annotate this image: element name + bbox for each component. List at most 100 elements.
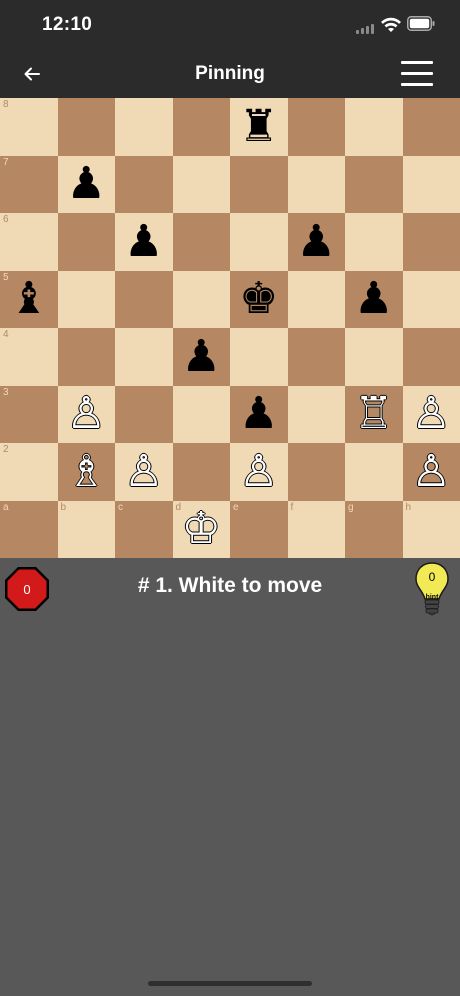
home-indicator [148, 981, 312, 986]
wifi-icon [381, 17, 401, 32]
square-d6[interactable] [172, 213, 230, 271]
square-e8[interactable]: ♜ [230, 98, 288, 156]
task-text: # 1. White to move [137, 574, 323, 597]
square-d1[interactable]: d ♔ [172, 500, 231, 559]
square-h6[interactable] [402, 213, 460, 271]
square-b5[interactable] [57, 270, 115, 328]
square-f8[interactable] [287, 98, 345, 156]
black-pawn-piece[interactable]: ♟ [288, 213, 346, 271]
square-a5[interactable]: 5 ♝ [0, 270, 58, 329]
black-rook-piece[interactable]: ♜ [230, 98, 288, 156]
square-e6[interactable] [230, 213, 288, 271]
square-g2[interactable] [345, 443, 403, 501]
square-c7[interactable] [115, 155, 173, 213]
square-b1[interactable]: b [57, 500, 115, 558]
square-a3[interactable]: 3 [0, 385, 58, 443]
square-h4[interactable] [402, 328, 460, 386]
square-d7[interactable] [172, 155, 230, 213]
white-pawn-piece[interactable]: ♙ [230, 443, 288, 501]
file-label: c [118, 501, 123, 513]
rank-label: 6 [3, 214, 9, 225]
square-g7[interactable] [345, 155, 403, 213]
white-bishop-piece[interactable]: ♗ [58, 443, 116, 501]
square-c1[interactable]: c [115, 500, 173, 558]
black-pawn-piece[interactable]: ♟ [345, 271, 403, 329]
square-c5[interactable] [115, 270, 173, 328]
square-e4[interactable] [230, 328, 288, 386]
square-f1[interactable]: f [287, 500, 345, 558]
square-e2[interactable]: ♙ [230, 443, 288, 501]
square-f6[interactable]: ♟ [287, 213, 346, 271]
square-e3[interactable]: ♟ [230, 385, 288, 444]
square-e1[interactable]: e [230, 500, 288, 558]
square-f2[interactable] [287, 443, 345, 501]
square-b2[interactable]: ♗ [57, 443, 116, 501]
white-pawn-piece[interactable]: ♙ [115, 443, 173, 501]
square-d5[interactable] [172, 270, 230, 328]
square-c6[interactable]: ♟ [115, 213, 173, 271]
square-c4[interactable] [115, 328, 173, 386]
square-f5[interactable] [287, 270, 345, 328]
square-h1[interactable]: h [402, 500, 460, 558]
square-d8[interactable] [172, 98, 230, 156]
square-e5[interactable]: ♚ [230, 270, 288, 329]
rank-label: 3 [3, 386, 9, 398]
square-g3[interactable]: ♖ [345, 385, 403, 444]
square-a6[interactable]: 6 [0, 213, 58, 271]
square-b6[interactable] [57, 213, 115, 271]
rank-label: 8 [3, 99, 9, 110]
black-pawn-piece[interactable]: ♟ [173, 328, 231, 386]
square-f3[interactable] [287, 385, 345, 443]
square-c8[interactable] [115, 98, 173, 156]
hint-label: hint [425, 594, 439, 601]
square-b3[interactable]: ♙ [57, 385, 116, 444]
square-b4[interactable] [57, 328, 115, 386]
hamburger-menu-icon[interactable] [401, 61, 435, 87]
rank-label: 2 [3, 444, 9, 455]
hint-count: 0 [428, 570, 436, 584]
square-d4[interactable]: ♟ [172, 328, 231, 386]
file-label: g [348, 501, 354, 513]
square-a2[interactable]: 2 [0, 443, 58, 501]
black-bishop-piece[interactable]: ♝ [0, 271, 58, 329]
square-f7[interactable] [287, 155, 345, 213]
square-d2[interactable] [172, 443, 230, 501]
file-label: a [3, 501, 9, 513]
rank-label: 7 [3, 156, 9, 168]
square-g5[interactable]: ♟ [345, 270, 403, 329]
square-b8[interactable] [57, 98, 115, 156]
square-h7[interactable] [402, 155, 460, 213]
rank-label: 4 [3, 329, 9, 340]
square-a7[interactable]: 7 [0, 155, 58, 213]
chess-board[interactable]: 8 ♜ 7 ♟ 6 ♟ ♟ 5 ♝ ♚ ♟ 4 ♟ 3 ♙ ♟ ♖ ♙ 2 ♗ ♙ ♙ ♙ a b c d ♔ e f g h [0, 98, 460, 558]
black-pawn-piece[interactable]: ♟ [115, 213, 173, 271]
black-pawn-piece[interactable]: ♟ [58, 156, 116, 214]
square-h8[interactable] [402, 98, 460, 156]
square-a4[interactable]: 4 [0, 328, 58, 386]
square-g4[interactable] [345, 328, 403, 386]
status-bar: 12:10 [0, 0, 460, 50]
square-h5[interactable] [402, 270, 460, 328]
white-rook-piece[interactable]: ♖ [345, 386, 403, 444]
navigation-bar: Pinning [0, 50, 460, 98]
square-g8[interactable] [345, 98, 403, 156]
white-pawn-piece[interactable]: ♙ [403, 443, 460, 501]
square-g1[interactable]: g [345, 500, 403, 558]
square-g6[interactable] [345, 213, 403, 271]
square-a8[interactable]: 8 [0, 98, 58, 156]
white-pawn-piece[interactable]: ♙ [58, 386, 116, 444]
square-b7[interactable]: ♟ [57, 155, 116, 214]
square-c2[interactable]: ♙ [115, 443, 173, 501]
black-pawn-piece[interactable]: ♟ [230, 386, 288, 444]
square-f4[interactable] [287, 328, 345, 386]
square-a1[interactable]: a [0, 500, 58, 558]
square-h2[interactable]: ♙ [402, 443, 460, 501]
square-c3[interactable] [115, 385, 173, 443]
black-king-piece[interactable]: ♚ [230, 271, 288, 329]
white-pawn-piece[interactable]: ♙ [403, 386, 460, 444]
file-label: b [60, 501, 67, 513]
square-h3[interactable]: ♙ [402, 385, 460, 444]
white-king-piece[interactable]: ♔ [173, 501, 231, 559]
square-d3[interactable] [172, 385, 230, 443]
square-e7[interactable] [230, 155, 288, 213]
